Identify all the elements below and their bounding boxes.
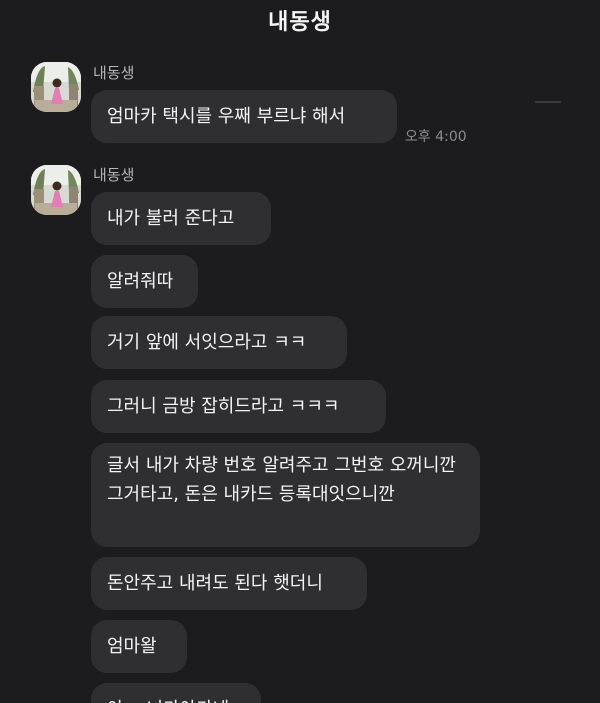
- message-bubble[interactable]: 거기 앞에 서잇으라고 ㅋㅋ: [91, 316, 347, 369]
- sender-avatar[interactable]: [31, 62, 81, 112]
- profile-photo-icon: [31, 62, 81, 112]
- sender-avatar[interactable]: [31, 165, 81, 215]
- message-bubble[interactable]: 아... 니카아카네: [91, 683, 261, 703]
- chat-screen: 내동생 내동생 엄마카 택시를 우째 부르냐 해서 오후 4:00 내동생 내가…: [0, 0, 600, 703]
- message-bubble[interactable]: 알려줘따: [91, 255, 198, 308]
- message-bubble[interactable]: 글서 내가 차량 번호 알려주고 그번호 오꺼니깐 그거타고, 돈은 내카드 등…: [91, 443, 480, 547]
- message-bubble[interactable]: 그러니 금방 잡히드라고 ㅋㅋㅋ: [91, 380, 386, 433]
- message-time: 오후 4:00: [405, 129, 467, 145]
- chat-title: 내동생: [268, 10, 332, 35]
- message-bubble[interactable]: 엄마왈: [91, 620, 187, 673]
- profile-photo-icon: [31, 165, 81, 215]
- message-bubble[interactable]: 내가 불러 준다고: [91, 192, 271, 245]
- sender-name: 내동생: [93, 166, 135, 184]
- message-bubble[interactable]: 엄마카 택시를 우째 부르냐 해서: [91, 90, 397, 143]
- sender-name: 내동생: [93, 64, 135, 82]
- scroll-indicator: [535, 101, 561, 103]
- message-bubble[interactable]: 돈안주고 내려도 된다 햇더니: [91, 557, 367, 610]
